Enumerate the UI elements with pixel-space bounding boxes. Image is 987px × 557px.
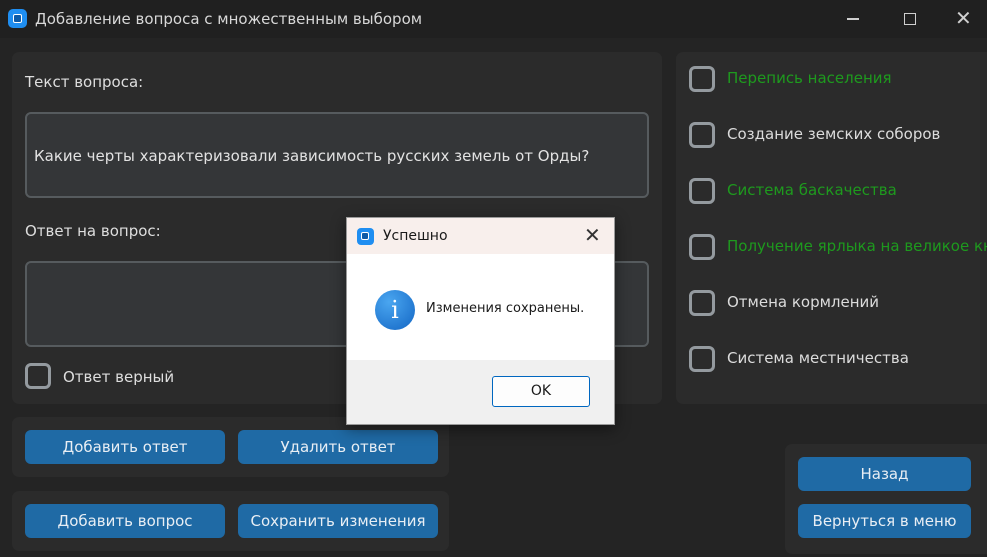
dialog-title: Успешно [383, 228, 448, 244]
option-checkbox[interactable] [689, 234, 715, 260]
add-question-button[interactable]: Добавить вопрос [25, 504, 225, 538]
question-textbox[interactable]: Какие черты характеризовали зависимость … [25, 112, 649, 198]
nav-panel: Назад Вернуться в меню [785, 444, 987, 554]
title-bar: Добавление вопроса с множественным выбор… [0, 0, 987, 38]
answer-buttons-panel: Добавить ответ Удалить ответ [12, 417, 449, 477]
option-label: Система местничества [727, 349, 909, 367]
success-dialog: Успешно ✕ i Изменения сохранены. OK [346, 217, 615, 425]
dialog-app-icon [357, 228, 374, 245]
option-checkbox[interactable] [689, 122, 715, 148]
minimize-icon[interactable] [847, 18, 859, 20]
ok-button[interactable]: OK [492, 376, 590, 407]
option-checkbox[interactable] [689, 178, 715, 204]
info-icon: i [375, 290, 415, 330]
dialog-close-icon[interactable]: ✕ [584, 223, 601, 247]
answer-label: Ответ на вопрос: [25, 222, 161, 240]
window-title: Добавление вопроса с множественным выбор… [35, 10, 423, 28]
back-button[interactable]: Назад [798, 457, 971, 491]
return-menu-button[interactable]: Вернуться в меню [798, 504, 971, 538]
close-icon[interactable]: ✕ [955, 6, 972, 30]
option-checkbox[interactable] [689, 346, 715, 372]
option-label: Получение ярлыка на великое кн [727, 237, 987, 255]
question-buttons-panel: Добавить вопрос Сохранить изменения [12, 491, 449, 551]
correct-answer-checkbox[interactable] [25, 363, 51, 389]
question-label: Текст вопроса: [25, 73, 144, 91]
dialog-title-bar: Успешно ✕ [347, 218, 614, 254]
option-label: Создание земских соборов [727, 125, 941, 143]
option-checkbox[interactable] [689, 66, 715, 92]
app-icon [8, 9, 27, 28]
correct-answer-label: Ответ верный [63, 368, 175, 386]
dialog-message: Изменения сохранены. [426, 301, 585, 316]
maximize-icon[interactable] [904, 13, 916, 25]
question-text: Какие черты характеризовали зависимость … [34, 147, 590, 165]
delete-answer-button[interactable]: Удалить ответ [238, 430, 438, 464]
save-changes-button[interactable]: Сохранить изменения [238, 504, 438, 538]
option-label: Система баскачества [727, 181, 897, 199]
add-answer-button[interactable]: Добавить ответ [25, 430, 225, 464]
option-checkbox[interactable] [689, 290, 715, 316]
options-panel: Перепись населения Создание земских собор… [676, 52, 987, 404]
option-label: Перепись населения [727, 69, 892, 87]
option-label: Отмена кормлений [727, 293, 880, 311]
